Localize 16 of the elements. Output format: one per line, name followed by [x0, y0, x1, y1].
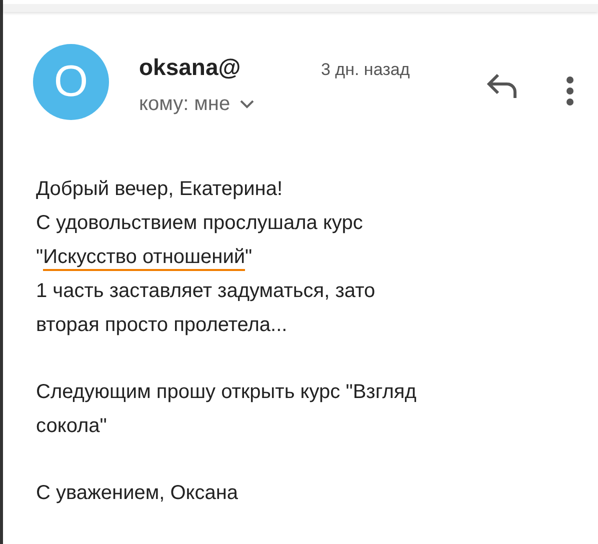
avatar: O	[33, 44, 109, 120]
message-text: "	[36, 246, 44, 268]
more-options-icon[interactable]	[566, 76, 574, 106]
message-text: Добрый вечер, Екатерина!	[36, 178, 283, 200]
message-text: "	[245, 246, 252, 268]
message-text: 1 часть заставляет задуматься, зато	[36, 280, 376, 302]
message-text: сокола"	[36, 415, 107, 437]
chevron-down-icon[interactable]	[240, 100, 254, 109]
message-text: С удовольствием прослушала курс	[36, 212, 363, 234]
message-text: С уважением, Оксана	[36, 482, 238, 504]
message-text: Следующим прошу открыть курс "Взгляд	[36, 381, 416, 403]
underlined-text: Искусство отношений	[43, 246, 246, 271]
sender-name: oksana@	[139, 54, 242, 81]
recipient-label: кому: мне	[139, 93, 230, 116]
message-time: 3 дн. назад	[321, 60, 410, 80]
message-text: вторая просто пролетела...	[36, 314, 288, 336]
